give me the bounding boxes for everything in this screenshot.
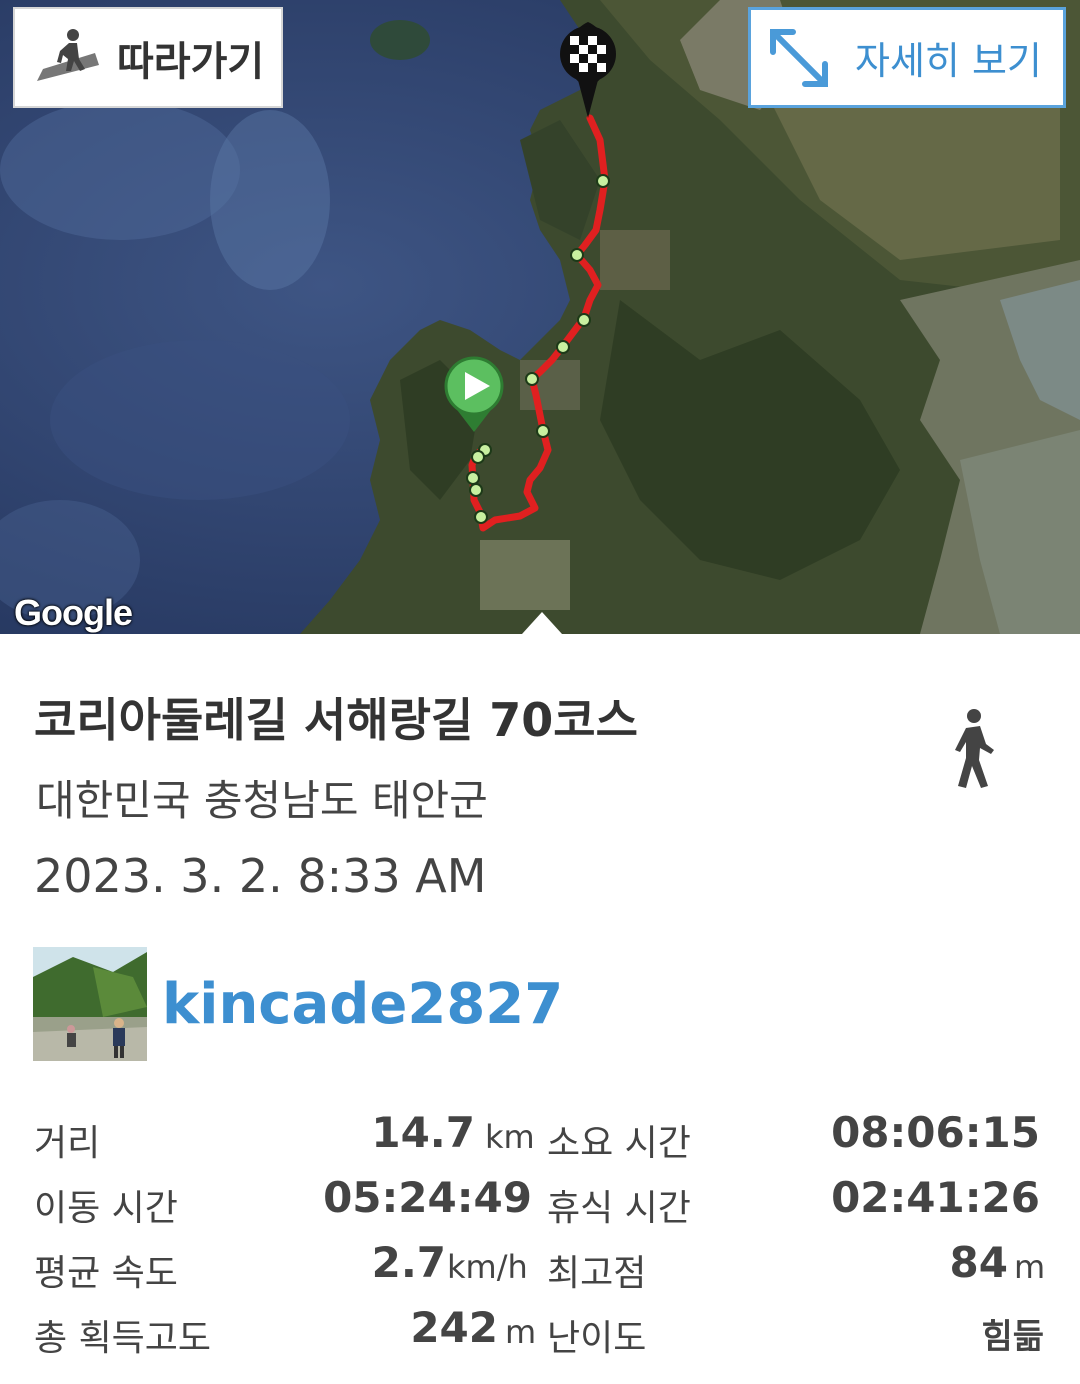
distance-label: 거리 <box>34 1123 101 1164</box>
avatar[interactable] <box>33 947 147 1061</box>
duration-label: 소요 시간 <box>547 1123 691 1164</box>
moving-time-label: 이동 시간 <box>34 1188 178 1229</box>
elevation-gain-label: 총 획득고도 <box>34 1318 212 1359</box>
elevation-gain-value: 242 <box>410 1303 498 1352</box>
stats-row: 총 획득고도 242 m 난이도 힘듦 <box>0 1299 1080 1359</box>
route-region: 대한민국 충청남도 태안군 <box>36 776 488 825</box>
stats-row: 이동 시간 05:24:49 휴식 시간 02:41:26 <box>0 1169 1080 1229</box>
view-details-label: 자세히 보기 <box>855 39 1042 83</box>
max-elevation-unit: m <box>1014 1248 1046 1286</box>
avg-speed-unit: km/h <box>447 1248 528 1286</box>
distance-unit: km <box>485 1118 535 1156</box>
walking-icon <box>955 709 994 788</box>
duration-value: 08:06:15 <box>831 1108 1040 1157</box>
route-title: 코리아둘레길 서해랑길 70코스 <box>34 693 638 747</box>
max-elevation-label: 최고점 <box>547 1253 647 1294</box>
route-map[interactable]: 따라가기 자세히 보기 Google <box>0 0 1080 634</box>
follow-label: 따라가기 <box>117 38 265 85</box>
max-elevation-value: 84 <box>949 1238 1008 1287</box>
expand-icon <box>770 28 828 87</box>
moving-time-value: 05:24:49 <box>323 1173 532 1222</box>
google-attribution: Google <box>14 592 133 633</box>
callout-pointer <box>522 612 562 634</box>
difficulty-value: 힘듦 <box>981 1317 1044 1357</box>
play-icon[interactable] <box>444 356 504 432</box>
distance-value: 14.7 <box>371 1108 475 1157</box>
username-link[interactable]: kincade2827 <box>162 972 563 1037</box>
follow-button[interactable]: 따라가기 <box>13 7 283 108</box>
avg-speed-label: 평균 속도 <box>34 1253 178 1294</box>
route-datetime: 2023. 3. 2. 8:33 AM <box>34 849 487 903</box>
checkered-flag-icon[interactable] <box>560 22 616 118</box>
difficulty-label: 난이도 <box>547 1318 647 1359</box>
stats-row: 평균 속도 2.7 km/h 최고점 84 m <box>0 1234 1080 1294</box>
hiker-follow-icon <box>37 28 99 81</box>
avg-speed-value: 2.7 <box>371 1238 446 1287</box>
rest-time-value: 02:41:26 <box>831 1173 1040 1222</box>
rest-time-label: 휴식 시간 <box>547 1188 691 1229</box>
elevation-gain-unit: m <box>505 1313 537 1351</box>
route-info-panel: 코리아둘레길 서해랑길 70코스 대한민국 충청남도 태안군 2023. 3. … <box>0 634 1080 1384</box>
view-details-button[interactable]: 자세히 보기 <box>748 7 1066 108</box>
stats-row: 거리 14.7 km 소요 시간 08:06:15 <box>0 1104 1080 1164</box>
